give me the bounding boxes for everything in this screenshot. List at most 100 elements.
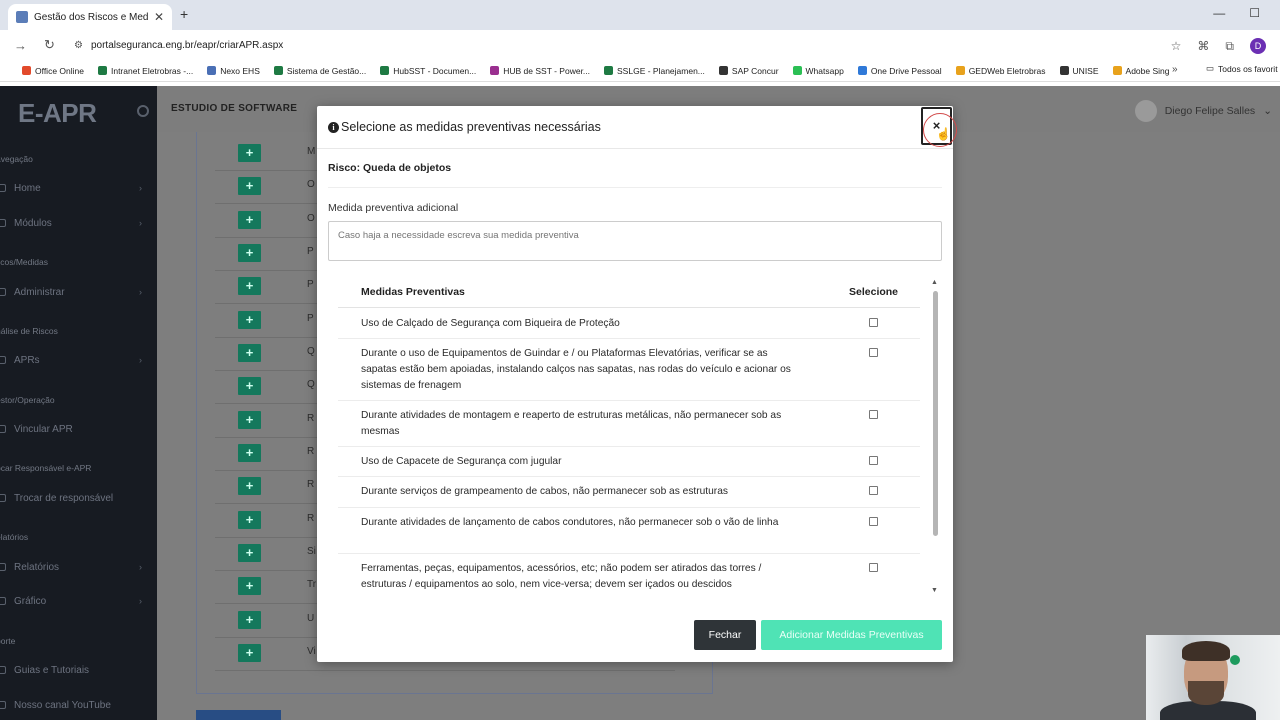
add-row-button[interactable]: + <box>238 444 261 462</box>
bookmark-item[interactable]: Office Online <box>22 66 84 76</box>
fechar-button[interactable]: Fechar <box>694 620 756 650</box>
measure-checkbox[interactable] <box>869 563 878 572</box>
bookmark-favicon-icon <box>792 66 802 75</box>
sidebar-section-analise: nálise de Riscos <box>0 326 58 336</box>
chevron-right-icon: › <box>139 596 142 606</box>
add-row-button[interactable]: + <box>238 544 261 562</box>
forward-icon[interactable]: → <box>14 38 30 53</box>
all-bookmarks-folder[interactable]: ▭ Todos os favorit <box>1206 63 1278 74</box>
bookmark-item[interactable]: Nexo EHS <box>207 66 260 76</box>
sidebar-toggle-icon[interactable] <box>137 105 149 117</box>
browser-tab[interactable]: Gestão dos Riscos e Medidas P ✕ <box>8 4 172 30</box>
toolbar-icons: ☆ ⌘ ⧉ D <box>1171 38 1266 54</box>
extensions-icon[interactable]: ⧉ <box>1225 39 1234 54</box>
sidebar-item-grafico[interactable]: Gráfico › <box>0 592 150 610</box>
bookmark-item[interactable]: Intranet Eletrobras -... <box>97 66 193 76</box>
add-row-button[interactable]: + <box>238 577 261 595</box>
list-item-label: Vi <box>307 646 316 657</box>
sidebar-section-trocar: ocar Responsável e-APR <box>0 463 92 473</box>
add-row-button[interactable]: + <box>238 377 261 395</box>
bookmark-favicon-icon <box>97 66 107 75</box>
tab-close-icon[interactable]: ✕ <box>154 10 164 24</box>
bookmark-item[interactable]: One Drive Pessoal <box>857 66 942 76</box>
tab-title: Gestão dos Riscos e Medidas P <box>34 11 148 23</box>
bookmark-item[interactable]: SAP Concur <box>718 66 779 76</box>
sidebar-item-administrar[interactable]: Administrar › <box>0 283 150 301</box>
measure-checkbox[interactable] <box>869 318 878 327</box>
add-row-button[interactable]: + <box>238 344 261 362</box>
list-item-label: Q <box>307 379 315 390</box>
add-row-button[interactable]: + <box>238 177 261 195</box>
sidebar-item-home[interactable]: Home › <box>0 179 150 197</box>
sidebar-item-aprs[interactable]: APRs › <box>0 351 150 369</box>
column-header-select: Selecione <box>849 286 899 298</box>
measures-table: Medidas Preventivas Selecione Uso de Cal… <box>338 277 920 597</box>
chevron-right-icon: › <box>139 218 142 228</box>
add-row-button[interactable]: + <box>238 611 261 629</box>
sidebar-item-youtube[interactable]: Nosso canal YouTube <box>0 696 150 714</box>
bookmark-star-icon[interactable]: ☆ <box>1171 39 1182 53</box>
modal-header: i Selecione as medidas preventivas neces… <box>317 106 957 149</box>
sidebar-item-guias[interactable]: Guias e Tutoriais <box>0 661 150 679</box>
bookmark-favicon-icon <box>955 66 965 75</box>
measure-checkbox[interactable] <box>869 517 878 526</box>
row-divider <box>338 338 920 339</box>
translate-icon[interactable]: ⌘ <box>1197 39 1209 53</box>
additional-measure-input[interactable] <box>328 221 942 261</box>
add-row-button[interactable]: + <box>238 211 261 229</box>
bookmark-item[interactable]: Sistema de Gestão... <box>273 66 366 76</box>
row-divider <box>338 507 920 508</box>
add-row-button[interactable]: + <box>238 511 261 529</box>
add-measures-button[interactable]: Adicionar Medidas Preventivas <box>761 620 942 650</box>
reload-icon[interactable]: ↻ <box>44 37 60 53</box>
app-logo: E-APR <box>18 98 97 128</box>
list-item-label: O <box>307 213 315 224</box>
bookmark-favicon-icon <box>22 66 31 75</box>
sidebar-item-relatorios[interactable]: Relatórios › <box>0 558 150 576</box>
scroll-up-icon[interactable]: ▲ <box>931 279 938 286</box>
sidebar-item-modulos[interactable]: Módulos › <box>0 214 150 232</box>
user-menu[interactable]: Diego Felipe Salles ⌄ <box>1134 100 1272 122</box>
measure-checkbox[interactable] <box>869 456 878 465</box>
add-row-button[interactable]: + <box>238 144 261 162</box>
list-item-label: O <box>307 179 315 190</box>
add-row-button[interactable]: + <box>238 644 261 662</box>
report-icon <box>0 563 6 571</box>
profile-avatar[interactable]: D <box>1250 38 1266 54</box>
bookmark-item[interactable]: SSLGE - Planejamen... <box>604 66 705 76</box>
add-row-button[interactable]: + <box>238 244 261 262</box>
table-scrollbar[interactable]: ▲ ▼ <box>931 279 940 597</box>
sidebar: E-APR avegação Home› Módulos› scos/Medid… <box>0 86 157 720</box>
bottom-action-button[interactable] <box>196 710 281 720</box>
sidebar-item-vincular-apr[interactable]: Vincular APR <box>0 420 150 438</box>
add-row-button[interactable]: + <box>238 477 261 495</box>
bookmark-item[interactable]: Whatsapp <box>792 66 844 76</box>
minimize-icon[interactable]: — <box>1213 6 1225 20</box>
bookmark-item[interactable]: Adobe Sing <box>1112 66 1169 76</box>
bookmarks-overflow-button[interactable]: » <box>1172 64 1178 75</box>
measure-text: Durante serviços de grampeamento de cabo… <box>361 486 728 497</box>
measure-checkbox[interactable] <box>869 410 878 419</box>
sidebar-section-relatorios: elatórios <box>0 532 29 542</box>
home-icon <box>0 184 6 192</box>
maximize-icon[interactable]: ☐ <box>1249 6 1260 20</box>
bookmark-item[interactable]: HubSST - Documen... <box>380 66 476 76</box>
sidebar-section-riscos: scos/Medidas <box>0 257 48 267</box>
row-divider <box>338 553 920 554</box>
scroll-down-icon[interactable]: ▼ <box>931 587 938 594</box>
add-row-button[interactable]: + <box>238 277 261 295</box>
scroll-thumb[interactable] <box>933 291 938 536</box>
bookmark-favicon-icon <box>1059 66 1069 75</box>
bookmark-item[interactable]: GEDWeb Eletrobras <box>955 66 1046 76</box>
add-row-button[interactable]: + <box>238 311 261 329</box>
bookmark-item[interactable]: UNISE <box>1059 66 1099 76</box>
bookmark-item[interactable]: HUB de SST - Power... <box>490 66 590 76</box>
measure-checkbox[interactable] <box>869 486 878 495</box>
sidebar-item-trocar-responsavel[interactable]: Trocar de responsável <box>0 489 150 507</box>
new-tab-button[interactable]: + <box>180 6 188 22</box>
measure-checkbox[interactable] <box>869 348 878 357</box>
url-field[interactable]: ⚙ portalseguranca.eng.br/eapr/criarAPR.a… <box>64 34 1124 56</box>
bookmark-favicon-icon <box>1112 66 1122 75</box>
add-row-button[interactable]: + <box>238 411 261 429</box>
site-info-icon[interactable]: ⚙ <box>74 40 83 51</box>
